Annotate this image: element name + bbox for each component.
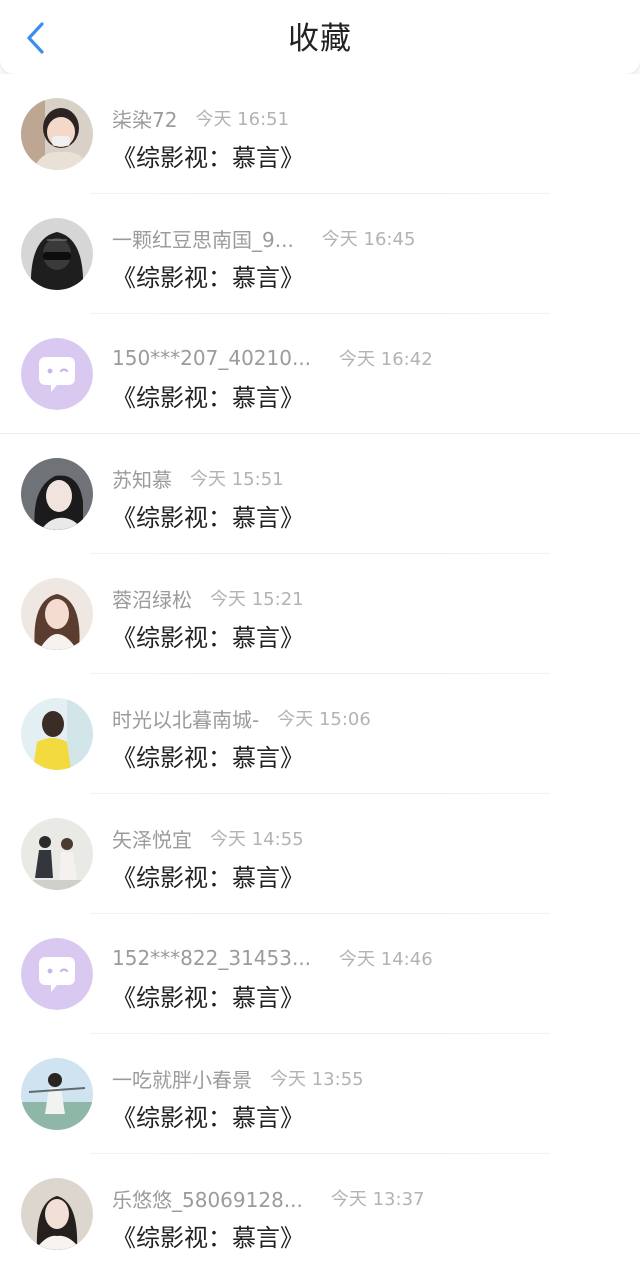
avatar[interactable] xyxy=(21,1058,93,1130)
list-item[interactable]: 乐悠悠_58069128... 今天 13:37 《综影视：慕言》 xyxy=(0,1154,640,1270)
timestamp: 今天 14:55 xyxy=(210,829,304,850)
list-item[interactable]: 150***207_40210... 今天 16:42 《综影视：慕言》 xyxy=(0,314,640,434)
favorited-title[interactable]: 《综影视：慕言》 xyxy=(112,1218,304,1253)
favorited-title[interactable]: 《综影视：慕言》 xyxy=(112,258,304,293)
timestamp: 今天 15:21 xyxy=(210,589,304,610)
favorited-title[interactable]: 《综影视：慕言》 xyxy=(112,618,304,653)
default-chat-avatar-icon xyxy=(21,938,93,1010)
item-meta: 时光以北暮南城- 今天 15:06 xyxy=(112,704,371,732)
avatar[interactable] xyxy=(21,1178,93,1250)
avatar[interactable] xyxy=(21,458,93,530)
item-meta: 蓉沼绿松 今天 15:21 xyxy=(112,584,304,612)
list-item[interactable]: 152***822_31453... 今天 14:46 《综影视：慕言》 xyxy=(0,914,640,1034)
favorited-title[interactable]: 《综影视：慕言》 xyxy=(112,858,304,893)
timestamp: 今天 14:46 xyxy=(339,949,433,970)
header: 收藏 xyxy=(0,0,640,74)
user-photo-icon xyxy=(21,458,93,530)
item-meta: 矢泽悦宜 今天 14:55 xyxy=(112,824,304,852)
avatar[interactable] xyxy=(21,578,93,650)
timestamp: 今天 13:37 xyxy=(330,1189,425,1210)
favorited-title[interactable]: 《综影视：慕言》 xyxy=(112,138,304,173)
username[interactable]: 柒染72 xyxy=(112,104,177,133)
username[interactable]: 152***822_31453... xyxy=(112,946,311,970)
list-item[interactable]: 柒染72 今天 16:51 《综影视：慕言》 xyxy=(0,74,640,194)
username[interactable]: 蓉沼绿松 xyxy=(112,584,192,613)
user-photo-icon xyxy=(21,98,93,170)
username[interactable]: 苏知慕 xyxy=(112,464,172,493)
avatar[interactable] xyxy=(21,218,93,290)
user-photo-icon xyxy=(21,1058,93,1130)
user-photo-icon xyxy=(21,818,93,890)
list-item[interactable]: 矢泽悦宜 今天 14:55 《综影视：慕言》 xyxy=(0,794,640,914)
item-meta: 乐悠悠_58069128... 今天 13:37 xyxy=(112,1184,424,1212)
favorited-title[interactable]: 《综影视：慕言》 xyxy=(112,738,304,773)
list-item[interactable]: 一颗红豆思南国_9... 今天 16:45 《综影视：慕言》 xyxy=(0,194,640,314)
username[interactable]: 时光以北暮南城- xyxy=(112,704,259,733)
default-chat-avatar-icon xyxy=(21,338,93,410)
favorited-title[interactable]: 《综影视：慕言》 xyxy=(112,498,304,533)
item-meta: 150***207_40210... 今天 16:42 xyxy=(112,344,433,372)
timestamp: 今天 16:42 xyxy=(339,349,433,370)
timestamp: 今天 13:55 xyxy=(270,1069,364,1090)
list-item[interactable]: 苏知慕 今天 15:51 《综影视：慕言》 xyxy=(0,434,640,554)
item-meta: 柒染72 今天 16:51 xyxy=(112,104,289,132)
user-photo-icon xyxy=(21,1178,93,1250)
user-photo-icon xyxy=(21,698,93,770)
favorited-title[interactable]: 《综影视：慕言》 xyxy=(112,978,304,1013)
avatar[interactable] xyxy=(21,818,93,890)
user-photo-icon xyxy=(21,578,93,650)
username[interactable]: 150***207_40210... xyxy=(112,346,311,370)
avatar[interactable] xyxy=(21,938,93,1010)
avatar[interactable] xyxy=(21,698,93,770)
timestamp: 今天 16:45 xyxy=(321,229,416,250)
favorited-title[interactable]: 《综影视：慕言》 xyxy=(112,378,304,413)
favorited-title[interactable]: 《综影视：慕言》 xyxy=(112,1098,304,1133)
favorites-list: 柒染72 今天 16:51 《综影视：慕言》 一颗红豆思南国_9... 今天 1… xyxy=(0,74,640,1270)
list-item[interactable]: 蓉沼绿松 今天 15:21 《综影视：慕言》 xyxy=(0,554,640,674)
favorites-page: 收藏 柒染72 今天 16:51 《综影视：慕言》 一颗红豆思南国_9... 今… xyxy=(0,0,640,1270)
timestamp: 今天 16:51 xyxy=(195,109,290,130)
username[interactable]: 乐悠悠_58069128... xyxy=(112,1184,303,1213)
list-item[interactable]: 时光以北暮南城- 今天 15:06 《综影视：慕言》 xyxy=(0,674,640,794)
user-photo-icon xyxy=(21,218,93,290)
item-meta: 苏知慕 今天 15:51 xyxy=(112,464,284,492)
page-title: 收藏 xyxy=(288,21,352,57)
item-meta: 152***822_31453... 今天 14:46 xyxy=(112,944,433,972)
username[interactable]: 一吃就胖小春景 xyxy=(112,1064,252,1093)
item-meta: 一颗红豆思南国_9... 今天 16:45 xyxy=(112,224,415,252)
avatar[interactable] xyxy=(21,338,93,410)
timestamp: 今天 15:06 xyxy=(277,709,371,730)
username[interactable]: 矢泽悦宜 xyxy=(112,824,192,853)
timestamp: 今天 15:51 xyxy=(190,469,284,490)
username[interactable]: 一颗红豆思南国_9... xyxy=(112,224,294,253)
avatar[interactable] xyxy=(21,98,93,170)
item-meta: 一吃就胖小春景 今天 13:55 xyxy=(112,1064,364,1092)
list-item[interactable]: 一吃就胖小春景 今天 13:55 《综影视：慕言》 xyxy=(0,1034,640,1154)
